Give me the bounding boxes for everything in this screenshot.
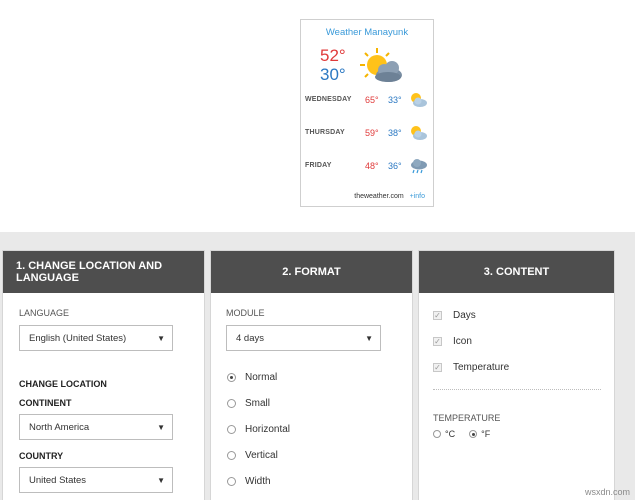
footer-brand-link[interactable]: theweather.com xyxy=(354,193,403,200)
current-low-temp: 30° xyxy=(320,65,346,84)
content-option-temperature[interactable]: ✓ Temperature xyxy=(433,359,509,375)
location-panel: 1. CHANGE LOCATION AND LANGUAGE LANGUAGE… xyxy=(2,250,205,500)
partly-cloudy-icon xyxy=(411,126,427,140)
format-option-label: Normal xyxy=(245,371,278,383)
caret-down-icon: ▼ xyxy=(157,476,165,485)
format-option-normal[interactable]: Normal xyxy=(227,369,277,385)
divider xyxy=(433,389,601,390)
sun-cloud-icon xyxy=(360,48,402,82)
format-option-width[interactable]: Width xyxy=(227,473,271,489)
format-panel: 2. FORMAT MODULE 4 days ▼ Normal Small H… xyxy=(210,250,413,500)
format-option-label: Horizontal xyxy=(245,423,291,435)
content-option-icon[interactable]: ✓ Icon xyxy=(433,333,472,349)
unit-fahrenheit-option[interactable]: °F xyxy=(469,429,490,439)
forecast-low: 33° xyxy=(388,95,402,105)
unit-celsius-label[interactable]: °C xyxy=(445,429,455,439)
format-option-vertical[interactable]: Vertical xyxy=(227,447,278,463)
radio-icon[interactable] xyxy=(227,476,236,486)
radio-selected-icon[interactable] xyxy=(469,430,478,438)
format-option-label: Width xyxy=(245,475,271,487)
content-option-label: Temperature xyxy=(453,361,510,373)
radio-icon[interactable] xyxy=(227,424,236,434)
temperature-unit-group: °C °F xyxy=(433,429,490,439)
language-select[interactable]: English (United States) ▼ xyxy=(19,325,173,351)
radio-selected-icon[interactable] xyxy=(227,372,236,382)
country-select[interactable]: United States ▼ xyxy=(19,467,173,493)
forecast-row: WEDNESDAY 65° 33° xyxy=(305,91,431,111)
forecast-high: 59° xyxy=(365,128,379,138)
temperature-label: TEMPERATURE xyxy=(433,413,501,423)
widget-footer: theweather.com +info xyxy=(301,193,433,200)
forecast-day: THURSDAY xyxy=(305,129,345,136)
content-option-label: Days xyxy=(453,309,476,321)
continent-value: North America xyxy=(29,421,90,433)
partly-cloudy-icon xyxy=(411,93,427,107)
radio-icon[interactable] xyxy=(227,450,236,460)
radio-icon[interactable] xyxy=(433,430,441,438)
format-option-horizontal[interactable]: Horizontal xyxy=(227,421,290,437)
caret-down-icon: ▼ xyxy=(157,423,165,432)
language-value: English (United States) xyxy=(29,332,127,344)
module-select[interactable]: 4 days ▼ xyxy=(226,325,381,351)
change-location-heading: CHANGE LOCATION xyxy=(19,379,107,389)
unit-fahrenheit-label[interactable]: °F xyxy=(481,429,490,439)
continent-label: CONTINENT xyxy=(19,398,72,408)
forecast-day: WEDNESDAY xyxy=(305,96,352,103)
content-option-days[interactable]: ✓ Days xyxy=(433,307,476,323)
radio-icon[interactable] xyxy=(227,398,236,408)
widget-title[interactable]: Weather Manayunk xyxy=(301,27,433,38)
forecast-low: 38° xyxy=(388,128,402,138)
format-panel-title: 2. FORMAT xyxy=(211,251,412,293)
module-value: 4 days xyxy=(236,332,264,344)
content-panel: 3. CONTENT ✓ Days ✓ Icon ✓ Temperature T… xyxy=(418,250,615,500)
weather-widget[interactable]: Weather Manayunk 52° 30° WEDNESDAY 65° 3… xyxy=(300,19,434,207)
location-panel-title: 1. CHANGE LOCATION AND LANGUAGE xyxy=(3,251,204,293)
config-area: 1. CHANGE LOCATION AND LANGUAGE LANGUAGE… xyxy=(0,232,635,500)
caret-down-icon: ▼ xyxy=(365,334,373,343)
forecast-low: 36° xyxy=(388,161,402,171)
forecast-high: 48° xyxy=(365,161,379,171)
format-option-label: Small xyxy=(245,397,271,409)
watermark: wsxdn.com xyxy=(584,487,630,497)
forecast-high: 65° xyxy=(365,95,379,105)
forecast-row: THURSDAY 59° 38° xyxy=(305,124,431,144)
checkbox-checked-icon[interactable]: ✓ xyxy=(433,310,442,320)
module-label: MODULE xyxy=(226,308,265,318)
forecast-row: FRIDAY 48° 36° xyxy=(305,157,431,177)
caret-down-icon: ▼ xyxy=(157,334,165,343)
checkbox-checked-icon[interactable]: ✓ xyxy=(433,336,442,346)
forecast-day: FRIDAY xyxy=(305,162,332,169)
preview-area: Weather Manayunk 52° 30° WEDNESDAY 65° 3… xyxy=(0,0,635,232)
language-label: LANGUAGE xyxy=(19,308,70,318)
content-option-label: Icon xyxy=(453,335,472,347)
content-panel-title: 3. CONTENT xyxy=(419,251,614,293)
country-value: United States xyxy=(29,474,87,486)
rain-cloud-icon xyxy=(411,159,427,174)
country-label: COUNTRY xyxy=(19,451,64,461)
format-option-label: Vertical xyxy=(245,449,278,461)
format-option-small[interactable]: Small xyxy=(227,395,270,411)
continent-select[interactable]: North America ▼ xyxy=(19,414,173,440)
checkbox-checked-icon[interactable]: ✓ xyxy=(433,362,442,372)
current-high-temp: 52° xyxy=(320,46,346,65)
info-link[interactable]: +info xyxy=(410,193,425,200)
